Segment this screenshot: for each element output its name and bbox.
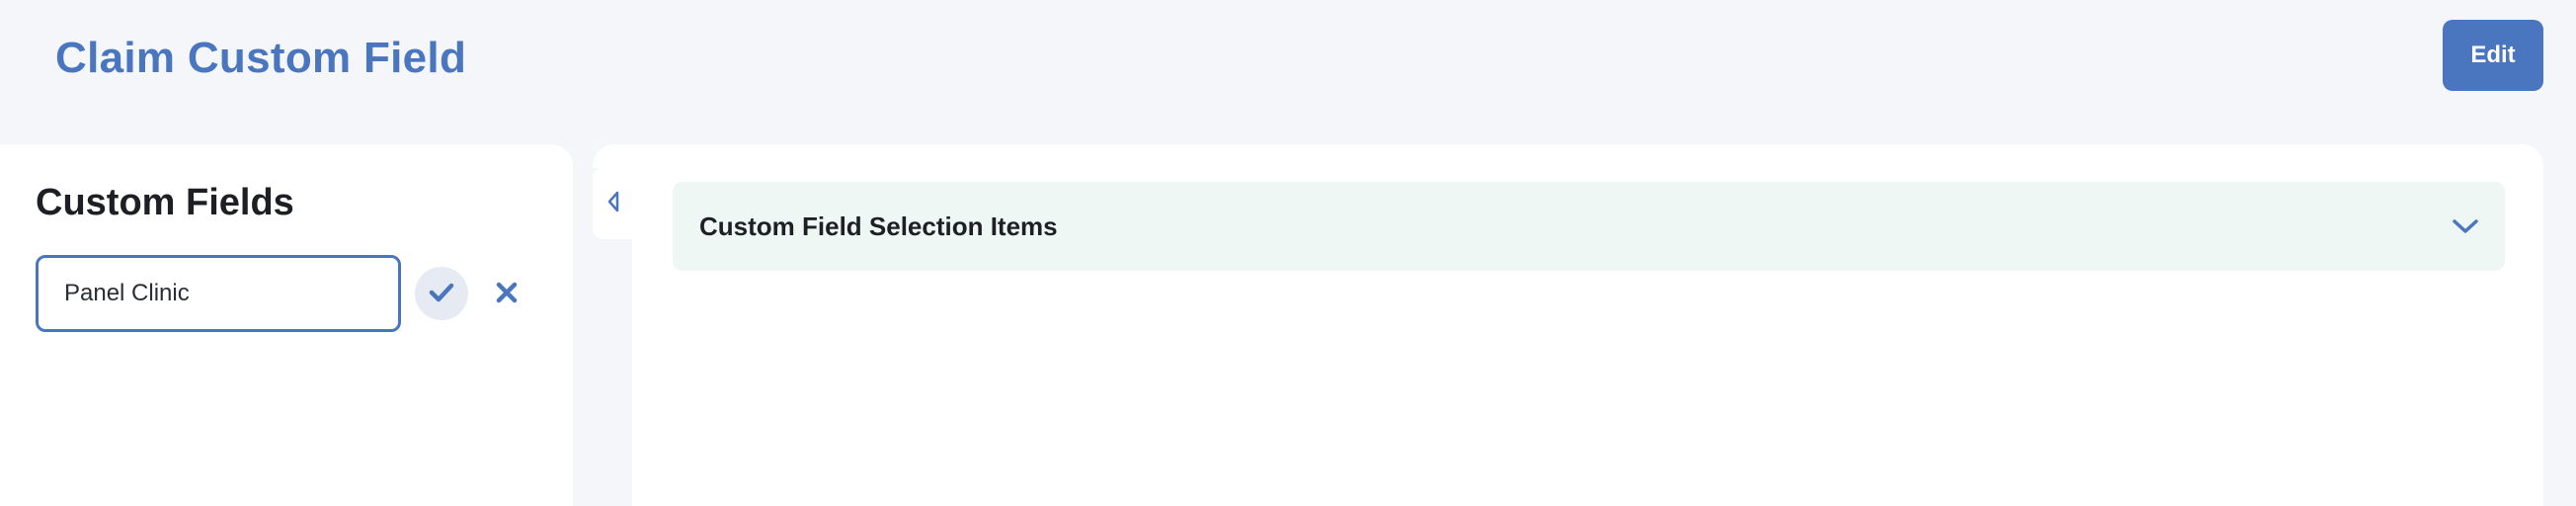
close-icon <box>496 282 518 306</box>
accordion-title: Custom Field Selection Items <box>699 211 1058 241</box>
collapse-panel-toggle[interactable] <box>593 168 634 239</box>
selection-items-accordion[interactable]: Custom Field Selection Items <box>673 182 2505 271</box>
page: Claim Custom Field Edit Custom Fields Pa… <box>0 0 2576 506</box>
chevron-down-icon[interactable] <box>2452 217 2479 235</box>
page-title: Claim Custom Field <box>55 34 467 82</box>
confirm-button[interactable] <box>415 267 468 320</box>
custom-fields-panel: Custom Fields <box>0 144 573 506</box>
check-icon <box>429 282 454 306</box>
edit-button[interactable]: Edit <box>2443 20 2543 91</box>
cancel-button[interactable] <box>480 267 533 320</box>
panel-heading: Custom Fields <box>36 182 294 223</box>
custom-field-name-input[interactable] <box>36 255 401 332</box>
caret-left-icon <box>606 190 620 218</box>
